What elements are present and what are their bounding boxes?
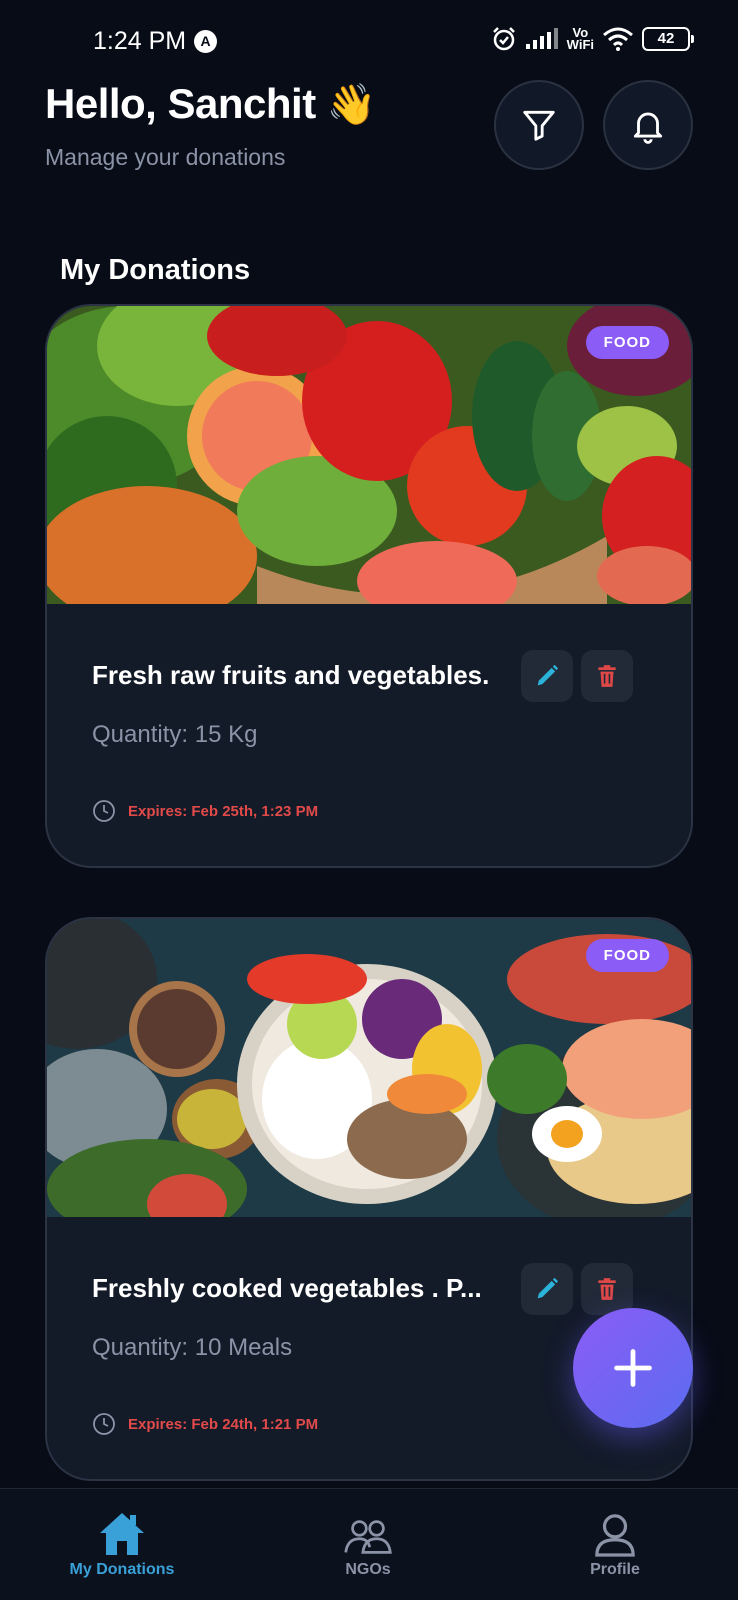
trash-icon xyxy=(598,665,616,687)
status-time: 1:24 PM xyxy=(93,27,187,55)
filter-button[interactable] xyxy=(494,80,584,170)
wave-emoji: 👋 xyxy=(326,83,377,127)
nav-label: My Donations xyxy=(69,1561,175,1578)
nav-item-my-donations[interactable]: My Donations xyxy=(42,1499,202,1579)
donation-card[interactable]: FOOD Fresh raw fruits and vegetables. Qu… xyxy=(45,304,693,868)
people-icon xyxy=(344,1520,392,1554)
filter-icon xyxy=(523,110,555,141)
notifications-button[interactable] xyxy=(603,80,693,170)
page-subtitle: Manage your donations xyxy=(45,144,286,170)
pencil-icon xyxy=(537,1277,559,1299)
vowifi-bottom: WiFi xyxy=(566,37,594,52)
section-title: My Donations xyxy=(60,254,251,286)
add-donation-button[interactable] xyxy=(573,1308,693,1428)
status-bar: 1:24 PM A Vo WiFi 42 xyxy=(0,0,738,80)
pencil-icon xyxy=(537,664,559,686)
nav-item-ngos[interactable]: NGOs xyxy=(288,1499,448,1579)
vowifi-indicator: Vo WiFi xyxy=(566,26,594,52)
trash-icon xyxy=(598,1278,616,1300)
edit-button[interactable] xyxy=(521,1263,573,1315)
donation-expiry: Expires: Feb 24th, 1:21 PM xyxy=(92,1412,318,1436)
clock-icon xyxy=(93,1413,115,1435)
alarm-icon xyxy=(491,26,517,52)
donation-quantity: Quantity: 15 Kg xyxy=(92,721,258,748)
donation-quantity: Quantity: 10 Meals xyxy=(92,1334,293,1361)
nav-label: Profile xyxy=(590,1561,640,1578)
expiry-text: Expires: Feb 24th, 1:21 PM xyxy=(128,1415,319,1433)
status-icons: Vo WiFi 42 xyxy=(491,26,694,52)
category-tag: FOOD xyxy=(585,939,669,972)
clock-icon xyxy=(93,800,115,822)
a-notification-icon: A xyxy=(194,30,217,53)
greeting-text: Hello, Sanchit xyxy=(45,80,316,127)
bottom-navigation: My Donations NGOs Profile xyxy=(0,1488,738,1600)
edit-button[interactable] xyxy=(521,650,573,702)
donation-title: Fresh raw fruits and vegetables. xyxy=(92,660,490,690)
donation-title: Freshly cooked vegetables . P... xyxy=(92,1273,482,1303)
delete-button[interactable] xyxy=(581,1263,633,1315)
category-tag: FOOD xyxy=(585,326,669,359)
expiry-text: Expires: Feb 25th, 1:23 PM xyxy=(128,802,319,820)
greeting: Hello, Sanchit 👋 xyxy=(45,80,377,128)
battery-indicator: 42 xyxy=(642,27,694,51)
wifi-icon xyxy=(602,27,634,51)
plus-icon xyxy=(614,1349,652,1387)
delete-button[interactable] xyxy=(581,650,633,702)
donation-expiry: Expires: Feb 25th, 1:23 PM xyxy=(92,799,318,823)
nav-item-profile[interactable]: Profile xyxy=(535,1499,695,1579)
bell-icon xyxy=(633,112,663,144)
user-icon xyxy=(595,1514,635,1557)
home-icon xyxy=(100,1513,144,1555)
signal-icon xyxy=(525,28,559,50)
nav-label: NGOs xyxy=(345,1561,391,1578)
